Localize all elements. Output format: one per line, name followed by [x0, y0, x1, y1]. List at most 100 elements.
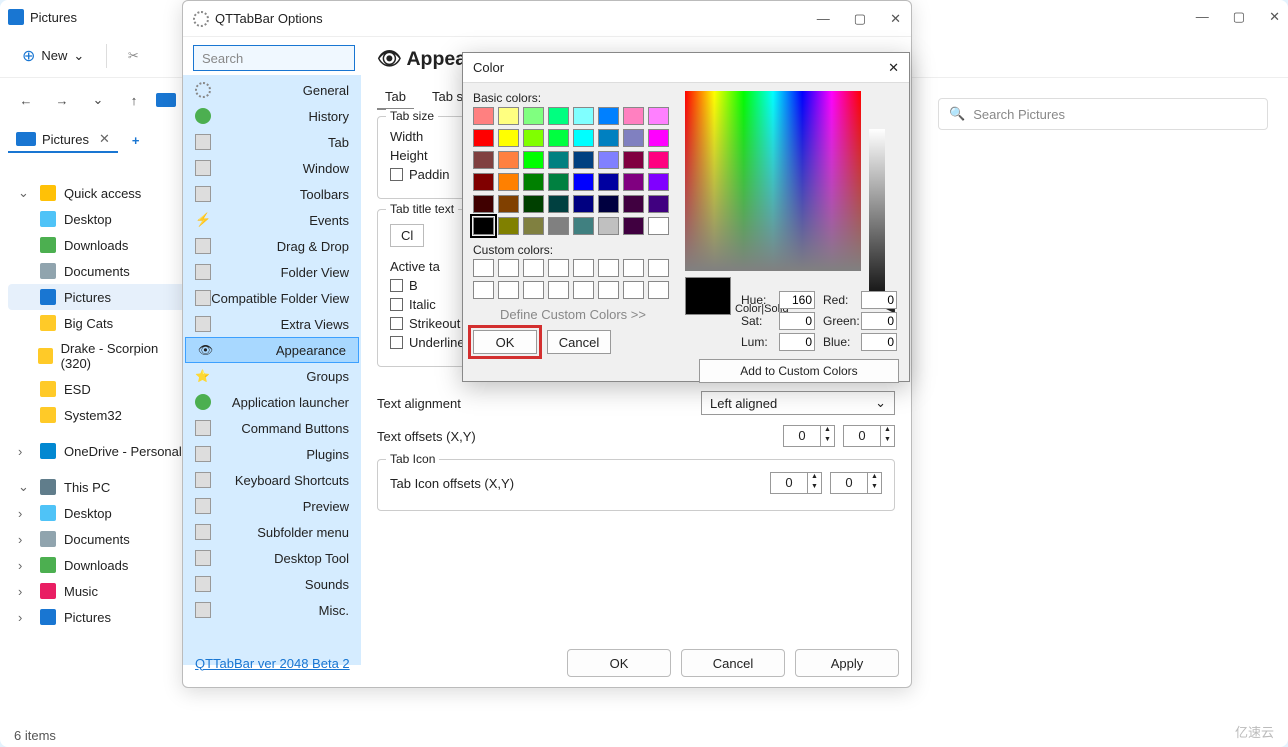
- nav-item-misc.[interactable]: Misc.: [183, 597, 361, 623]
- color-swatch[interactable]: [523, 151, 544, 169]
- offset-y-input[interactable]: 0▲▼: [843, 425, 895, 447]
- back-button[interactable]: ←: [12, 93, 40, 108]
- sidebar-item-music[interactable]: ›Music: [8, 578, 208, 604]
- color-swatch[interactable]: [573, 195, 594, 213]
- nav-item-events[interactable]: Events: [183, 207, 361, 233]
- sidebar-item-big-cats[interactable]: Big Cats📌: [8, 310, 208, 336]
- color-swatch[interactable]: [648, 195, 669, 213]
- custom-swatch[interactable]: [473, 281, 494, 299]
- nav-item-general[interactable]: General: [183, 77, 361, 103]
- color-swatch[interactable]: [548, 195, 569, 213]
- strikeout-checkbox[interactable]: [390, 317, 403, 330]
- sidebar-item-pictures[interactable]: ›Pictures: [8, 604, 208, 630]
- sidebar-item-pictures[interactable]: Pictures📌: [8, 284, 208, 310]
- color-swatch[interactable]: [648, 151, 669, 169]
- color-swatch[interactable]: [573, 129, 594, 147]
- nav-item-toolbars[interactable]: Toolbars: [183, 181, 361, 207]
- sidebar-item-system32[interactable]: System32📌: [8, 402, 208, 428]
- color-swatch[interactable]: [623, 129, 644, 147]
- nav-item-subfolder-menu[interactable]: Subfolder menu: [183, 519, 361, 545]
- color-swatch[interactable]: [623, 173, 644, 191]
- custom-swatch[interactable]: [648, 259, 669, 277]
- color-button[interactable]: Cl: [390, 224, 424, 247]
- color-ok-button[interactable]: OK: [473, 330, 537, 354]
- hue-input[interactable]: [779, 291, 815, 309]
- color-swatch[interactable]: [523, 173, 544, 191]
- nav-item-preview[interactable]: Preview: [183, 493, 361, 519]
- underline-checkbox[interactable]: [390, 336, 403, 349]
- color-swatch[interactable]: [623, 195, 644, 213]
- nav-item-application-launcher[interactable]: Application launcher: [183, 389, 361, 415]
- custom-swatch[interactable]: [523, 281, 544, 299]
- new-button[interactable]: ⊕ New ⌄: [12, 42, 94, 70]
- color-swatch[interactable]: [548, 129, 569, 147]
- color-swatch[interactable]: [598, 107, 619, 125]
- icon-x-input[interactable]: 0▲▼: [770, 472, 822, 494]
- sidebar-item-documents[interactable]: ›Documents: [8, 526, 208, 552]
- sidebar-item-drake---scorpion-(320)[interactable]: Drake - Scorpion (320)📌: [8, 336, 208, 376]
- custom-swatch[interactable]: [548, 259, 569, 277]
- minimize-button[interactable]: —: [1196, 9, 1209, 25]
- tab-close-icon[interactable]: ✕: [99, 131, 110, 147]
- custom-swatch[interactable]: [648, 281, 669, 299]
- sidebar-item-esd[interactable]: ESD📌: [8, 376, 208, 402]
- lum-input[interactable]: [779, 333, 815, 351]
- color-swatch[interactable]: [548, 107, 569, 125]
- green-input[interactable]: [861, 312, 897, 330]
- color-swatch[interactable]: [598, 151, 619, 169]
- padding-checkbox[interactable]: [390, 168, 403, 181]
- color-cancel-button[interactable]: Cancel: [547, 330, 611, 354]
- color-swatch[interactable]: [523, 129, 544, 147]
- custom-swatch[interactable]: [498, 259, 519, 277]
- nav-item-compatible-folder-view[interactable]: Compatible Folder View: [183, 285, 361, 311]
- sidebar-onedrive[interactable]: › OneDrive - Personal: [8, 438, 208, 464]
- color-swatch[interactable]: [573, 173, 594, 191]
- define-custom-link[interactable]: Define Custom Colors >>: [473, 307, 673, 322]
- sidebar-quick-access[interactable]: ⌄ Quick access: [8, 180, 208, 206]
- color-swatch[interactable]: [473, 217, 494, 235]
- nav-item-folder-view[interactable]: Folder View: [183, 259, 361, 285]
- nav-item-extra-views[interactable]: Extra Views: [183, 311, 361, 337]
- color-swatch[interactable]: [623, 107, 644, 125]
- color-swatch[interactable]: [648, 107, 669, 125]
- color-swatch[interactable]: [523, 107, 544, 125]
- color-swatch[interactable]: [498, 173, 519, 191]
- sidebar-item-downloads[interactable]: Downloads📌: [8, 232, 208, 258]
- sidebar-item-desktop[interactable]: Desktop📌: [8, 206, 208, 232]
- color-gradient[interactable]: [685, 91, 861, 271]
- color-swatch[interactable]: [498, 107, 519, 125]
- custom-swatch[interactable]: [598, 259, 619, 277]
- offset-x-input[interactable]: 0▲▼: [783, 425, 835, 447]
- chevron-down-icon[interactable]: ⌄: [84, 92, 112, 108]
- color-swatch[interactable]: [573, 217, 594, 235]
- color-swatch[interactable]: [548, 173, 569, 191]
- color-swatch[interactable]: [598, 129, 619, 147]
- color-swatch[interactable]: [498, 217, 519, 235]
- version-link[interactable]: QTTabBar ver 2048 Beta 2: [195, 656, 350, 671]
- qttab-search-input[interactable]: Search: [193, 45, 355, 71]
- color-swatch[interactable]: [573, 107, 594, 125]
- color-swatch[interactable]: [498, 129, 519, 147]
- close-button[interactable]: ✕: [890, 11, 901, 27]
- color-swatch[interactable]: [573, 151, 594, 169]
- nav-item-groups[interactable]: Groups: [183, 363, 361, 389]
- color-swatch[interactable]: [473, 195, 494, 213]
- ok-button[interactable]: OK: [567, 649, 671, 677]
- color-swatch[interactable]: [598, 173, 619, 191]
- sidebar-item-downloads[interactable]: ›Downloads: [8, 552, 208, 578]
- color-swatch[interactable]: [648, 217, 669, 235]
- color-swatch[interactable]: [648, 129, 669, 147]
- custom-swatch[interactable]: [598, 281, 619, 299]
- italic-checkbox[interactable]: [390, 298, 403, 311]
- search-input[interactable]: 🔍 Search Pictures: [938, 98, 1268, 130]
- minimize-button[interactable]: —: [817, 11, 830, 27]
- color-swatch[interactable]: [473, 173, 494, 191]
- close-button[interactable]: ✕: [888, 60, 899, 76]
- nav-item-desktop-tool[interactable]: Desktop Tool: [183, 545, 361, 571]
- tab-add-button[interactable]: +: [124, 133, 148, 148]
- sidebar-item-documents[interactable]: Documents📌: [8, 258, 208, 284]
- color-swatch[interactable]: [598, 195, 619, 213]
- nav-item-plugins[interactable]: Plugins: [183, 441, 361, 467]
- bold-checkbox[interactable]: [390, 279, 403, 292]
- color-swatch[interactable]: [498, 195, 519, 213]
